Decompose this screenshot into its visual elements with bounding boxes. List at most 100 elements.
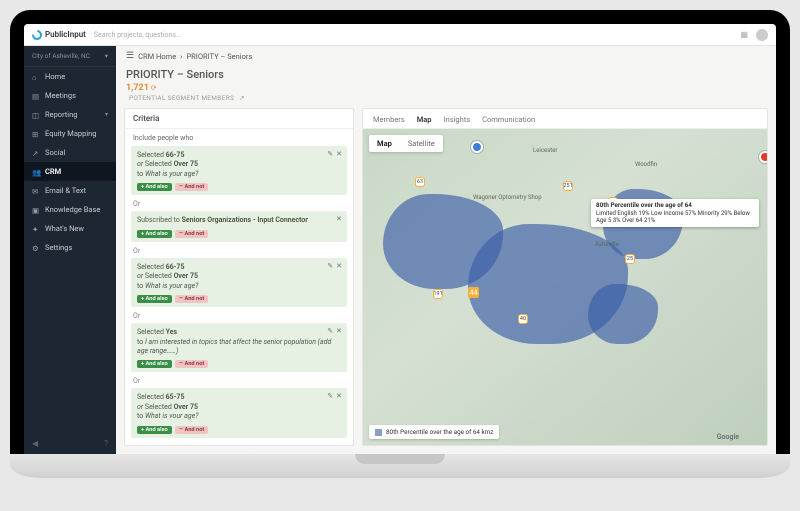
tab-communication[interactable]: Communication: [482, 115, 535, 128]
criteria-line: to I am interested in topics that affect…: [137, 338, 341, 357]
map-place-label: Leicester: [533, 147, 557, 154]
route-shield: 63: [415, 177, 425, 187]
collapse-icon[interactable]: ◀: [32, 439, 38, 448]
and-not-chip[interactable]: — And not: [175, 230, 209, 238]
segment-sub: POTENTIAL SEGMENT MEMBERS: [129, 94, 234, 102]
legend-label: 80th Percentile over the age of 64 kmz: [386, 428, 493, 436]
sidebar: City of Asheville, NC ▾ ⌂ Home ▤Meetings ◫ R…: [24, 46, 116, 454]
and-not-chip[interactable]: — And not: [175, 426, 209, 434]
refresh-icon[interactable]: ⟳: [151, 84, 157, 92]
and-also-chip[interactable]: + And also: [137, 426, 172, 434]
map-place-label: Woodfin: [635, 161, 657, 168]
and-also-chip[interactable]: + And also: [137, 230, 172, 238]
criteria-line: to What is your age?: [137, 282, 341, 291]
org-label: City of Asheville, NC: [32, 52, 90, 60]
and-also-chip[interactable]: + And also: [137, 183, 172, 191]
gear-icon: ⚙: [32, 244, 40, 252]
chart-icon: ◫: [32, 111, 40, 119]
map-type-map[interactable]: Map: [369, 135, 400, 152]
sidebar-footer: ◀ ?: [24, 433, 116, 454]
and-not-chip[interactable]: — And not: [175, 360, 209, 368]
sidebar-item-home[interactable]: ⌂ Home: [24, 67, 116, 86]
chevron-right-icon: ›: [180, 52, 182, 61]
star-icon: ✦: [32, 225, 40, 233]
sidebar-item-what-s-new[interactable]: ✦ What's New: [24, 219, 116, 238]
criteria-or: Or: [131, 374, 347, 388]
sidebar-item-settings[interactable]: ⚙ Settings: [24, 238, 116, 257]
external-link-icon[interactable]: ↗: [239, 94, 245, 102]
criteria-line: or Selected Over 75: [137, 272, 341, 281]
tooltip-body: Limited English 19% Low Income 57% Minor…: [596, 210, 750, 224]
sidebar-item-equity-mapping[interactable]: ⊞Equity Mapping: [24, 124, 116, 143]
grid-icon[interactable]: ▦: [740, 30, 748, 39]
sidebar-nav: ⌂Home▤Meetings◫Reporting▾⊞Equity Mapping…: [24, 67, 116, 257]
close-icon[interactable]: ✕: [336, 150, 342, 158]
and-not-chip[interactable]: — And not: [175, 183, 209, 191]
detail-tabs: Members Map Insights Communication: [363, 109, 767, 129]
map-canvas[interactable]: LeicesterWoodfinWagoner Optometry ShopAs…: [363, 129, 767, 445]
criteria-include: Include people who: [125, 129, 353, 142]
global-search[interactable]: Search projects, questions…: [94, 31, 733, 39]
breadcrumb: ☰ CRM Home › PRIORITY – Seniors: [116, 46, 776, 66]
tab-members[interactable]: Members: [373, 115, 405, 128]
sidebar-item-meetings[interactable]: ▤Meetings: [24, 86, 116, 105]
map-cluster[interactable]: 44: [468, 287, 479, 298]
criteria-line: Subscribed to Seniors Organizations - In…: [137, 216, 341, 225]
criteria-line: to What is your age?: [137, 170, 341, 179]
criteria-block: ✎✕Selected 66-75or Selected Over 75to Wh…: [131, 258, 347, 307]
map-marker-blue[interactable]: [471, 141, 483, 153]
sidebar-item-label: What's New: [45, 224, 84, 233]
sidebar-item-label: Knowledge Base: [45, 205, 100, 214]
criteria-line: or Selected Over 75: [137, 160, 341, 169]
brand-icon: [30, 27, 44, 41]
criteria-line: or Selected Over 75: [137, 403, 341, 412]
criteria-line: Selected 66-75: [137, 263, 341, 272]
route-shield: 191: [433, 289, 443, 299]
criteria-block: ✕Subscribed to Seniors Organizations - I…: [131, 211, 347, 241]
sidebar-item-social[interactable]: ↗Social: [24, 143, 116, 162]
map-marker-red[interactable]: [759, 151, 768, 163]
menu-icon[interactable]: ☰: [126, 51, 134, 61]
edit-icon[interactable]: ✎: [327, 262, 333, 270]
edit-icon[interactable]: ✎: [327, 327, 333, 335]
criteria-block: ✎✕Selected 65-75or Selected Over 75to Wh…: [131, 388, 347, 437]
close-icon[interactable]: ✕: [336, 215, 342, 223]
segment-count: 1,721: [126, 83, 149, 93]
sidebar-item-knowledge-base[interactable]: ▣Knowledge Base: [24, 200, 116, 219]
criteria-block: ✎✕Selected 66-75or Selected Over 75to Wh…: [131, 146, 347, 195]
map-type-toggle: Map Satellite: [369, 135, 443, 152]
brand-logo[interactable]: PublicInput: [32, 30, 86, 40]
and-also-chip[interactable]: + And also: [137, 360, 172, 368]
page-title: PRIORITY – Seniors: [126, 68, 766, 81]
criteria-or: Or: [131, 197, 347, 211]
org-switcher[interactable]: City of Asheville, NC ▾: [24, 46, 116, 67]
tab-map[interactable]: Map: [417, 115, 432, 128]
route-shield: 251: [563, 181, 573, 191]
home-icon: ⌂: [32, 73, 40, 81]
and-also-chip[interactable]: + And also: [137, 295, 172, 303]
crumb-root[interactable]: CRM Home: [138, 52, 176, 61]
map-type-satellite[interactable]: Satellite: [400, 135, 443, 152]
sidebar-item-label: Home: [45, 72, 65, 81]
sidebar-item-label: Reporting: [45, 110, 77, 119]
chevron-down-icon: ▾: [105, 52, 108, 60]
criteria-line: Selected 66-75: [137, 151, 341, 160]
sidebar-item-email-text[interactable]: ✉Email & Text: [24, 181, 116, 200]
criteria-or: Or: [131, 309, 347, 323]
and-not-chip[interactable]: — And not: [175, 295, 209, 303]
map-legend[interactable]: 80th Percentile over the age of 64 kmz: [369, 425, 499, 439]
sidebar-item-crm[interactable]: 👥CRM: [24, 162, 116, 181]
tab-insights[interactable]: Insights: [444, 115, 471, 128]
close-icon[interactable]: ✕: [336, 327, 342, 335]
edit-icon[interactable]: ✎: [327, 392, 333, 400]
map-place-label: Asheville: [595, 241, 619, 248]
sidebar-item-reporting[interactable]: ◫Reporting▾: [24, 105, 116, 124]
mail-icon: ✉: [32, 187, 40, 195]
close-icon[interactable]: ✕: [336, 262, 342, 270]
close-icon[interactable]: ✕: [336, 392, 342, 400]
criteria-header: Criteria: [125, 109, 353, 129]
help-icon[interactable]: ?: [104, 439, 108, 448]
avatar[interactable]: [756, 29, 768, 41]
sidebar-item-label: Settings: [45, 243, 72, 252]
edit-icon[interactable]: ✎: [327, 150, 333, 158]
